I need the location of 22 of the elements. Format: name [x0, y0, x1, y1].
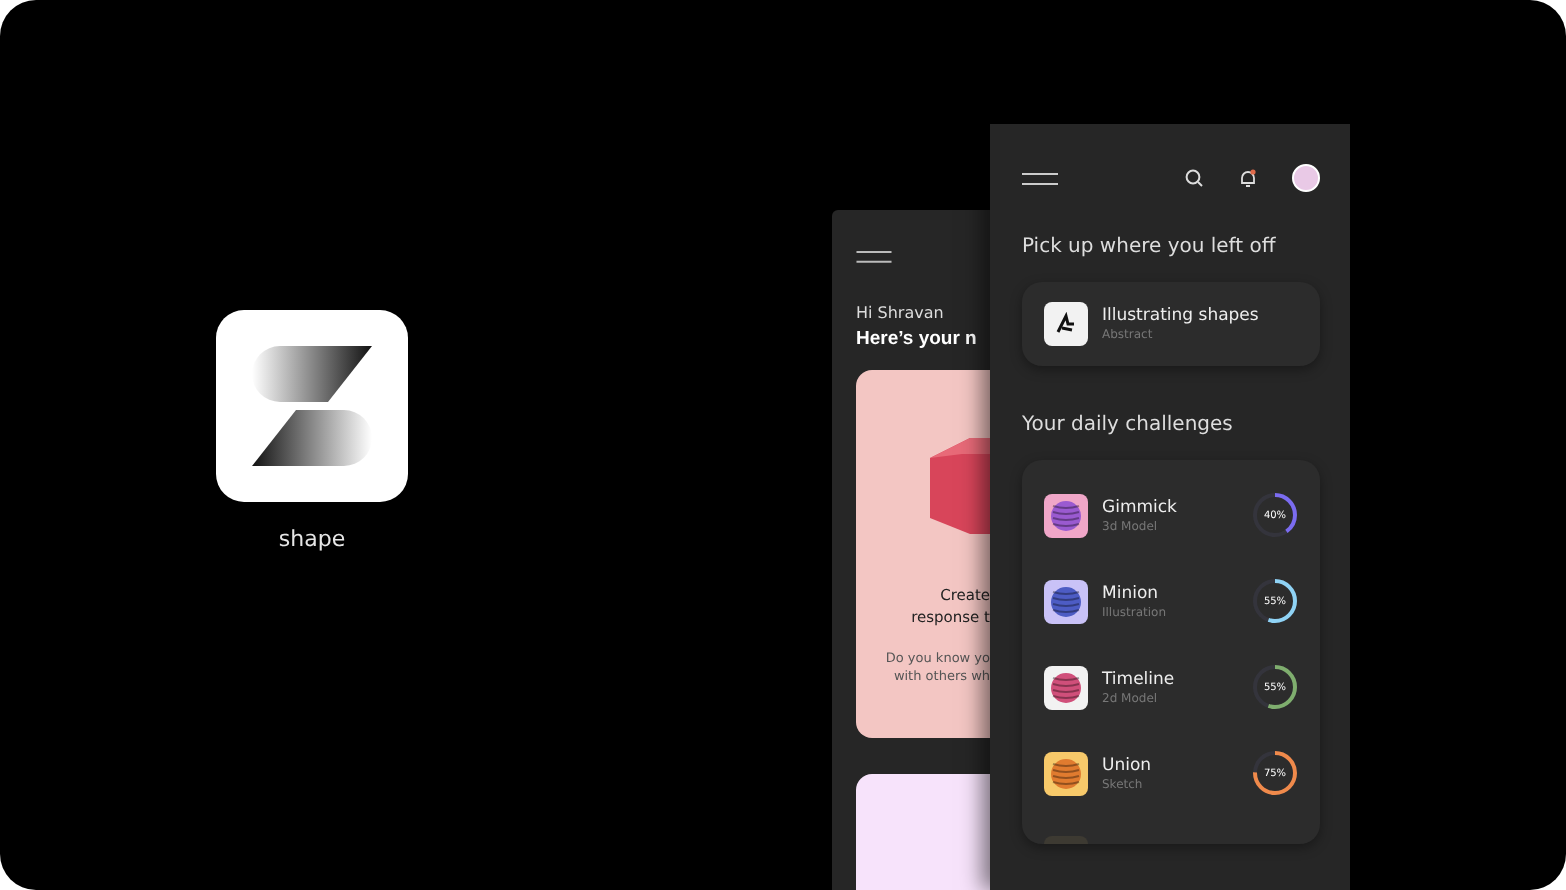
striped-sphere-icon: [1050, 499, 1082, 531]
avatar[interactable]: [1292, 164, 1320, 192]
screen-heading: Here’s your n: [856, 327, 977, 350]
menu-icon[interactable]: [856, 250, 892, 264]
menu-icon[interactable]: [1022, 171, 1058, 185]
challenge-title: Timeline: [1102, 669, 1177, 689]
pen-icon: [1044, 302, 1088, 346]
striped-sphere-icon: [1050, 757, 1082, 789]
challenge-title: Union: [1102, 755, 1154, 775]
feature-card[interactable]: [856, 773, 990, 890]
striped-sphere-icon: [1050, 671, 1082, 703]
challenge-title: Gimmick: [1102, 497, 1179, 517]
section-heading: Pick up where you left off: [1022, 236, 1278, 258]
greeting-text: Hi Shravan: [856, 303, 946, 322]
cube-icon: [930, 437, 990, 534]
bell-icon[interactable]: [1238, 168, 1258, 188]
item-title: Illustrating shapes: [1102, 306, 1261, 326]
app-name: shape: [278, 526, 346, 552]
striped-sphere-icon: [1050, 585, 1082, 617]
challenge-title: Minion: [1102, 583, 1161, 603]
section-heading: Your daily challenges: [1022, 414, 1235, 436]
search-icon[interactable]: [1184, 168, 1204, 188]
